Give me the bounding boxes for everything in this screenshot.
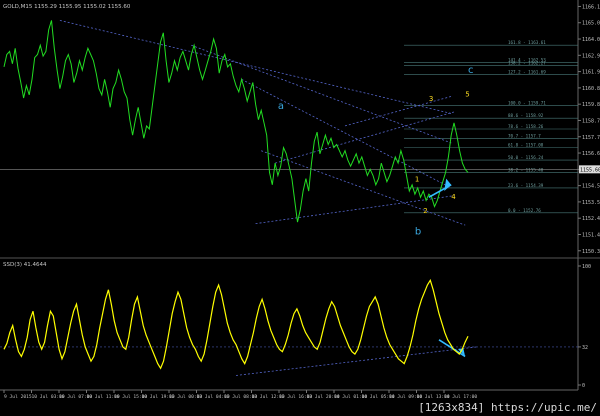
wave-label-a: a xyxy=(278,101,284,112)
osc-tick-label: 0 xyxy=(582,383,585,389)
fib-level-label: 127.2 - 1161.69 xyxy=(508,70,546,75)
wave-label-c: c xyxy=(468,65,474,76)
fib-level-label: 0.0 - 1152.76 xyxy=(508,208,541,213)
fib-level-label: 70.7 - 1157.7 xyxy=(508,133,541,138)
fib-level-label: 38.2 - 1155.40 xyxy=(508,167,544,172)
price-tick-label: 1162.95 xyxy=(582,53,600,59)
fib-level-label: 78.6 - 1158.26 xyxy=(508,124,544,129)
price-tick-label: 1159.80 xyxy=(582,102,600,108)
osc-tick-label: 32 xyxy=(582,345,588,351)
watermark-text: [1263x834] https://upic.me/ xyxy=(418,401,597,414)
price-tick-label: 1157.70 xyxy=(582,135,600,141)
price-tick-label: 1151.40 xyxy=(582,232,600,238)
price-tick-label: 1150.35 xyxy=(582,249,600,255)
price-tick-label: 1164.00 xyxy=(582,37,600,43)
wave-label-4: 4 xyxy=(451,193,456,201)
price-tick-label: 1166.10 xyxy=(582,4,600,10)
price-tick-label: 1161.90 xyxy=(582,70,600,76)
wave-label-1: 1 xyxy=(415,176,419,184)
current-price-label: 1155.60 xyxy=(580,167,600,173)
price-tick-label: 1165.05 xyxy=(582,21,600,27)
price-tick-label: 1152.45 xyxy=(582,216,600,222)
symbol-header: GOLD,M15 1155.29 1155.95 1155.02 1155.60 xyxy=(3,4,131,10)
fib-level-label: 88.6 - 1158.92 xyxy=(508,113,544,118)
time-tick-label: 9 Jul 2015 xyxy=(4,394,32,400)
fib-level-label: 50.0 - 1156.24 xyxy=(508,155,544,160)
wave-label-5: 5 xyxy=(465,90,469,98)
indicator-header: SSD(3) 41.4644 xyxy=(3,262,47,268)
fib-level-label: 61.8 - 1157.08 xyxy=(508,143,544,148)
wave-label-b: b xyxy=(415,226,421,237)
price-tick-label: 1154.55 xyxy=(582,184,600,190)
fib-level-label: 100.0 - 1159.71 xyxy=(508,101,546,106)
price-tick-label: 1158.75 xyxy=(582,118,600,124)
time-tick-label: 14 Jul 17:00 xyxy=(444,394,477,400)
osc-tick-label: 100 xyxy=(582,264,591,270)
fib-level-label: 23.6 - 1154.39 xyxy=(508,183,544,188)
price-tick-label: 1160.85 xyxy=(582,86,600,92)
fib-level-label: 161.8 - 1163.61 xyxy=(508,40,546,45)
price-tick-label: 1153.50 xyxy=(582,200,600,206)
fib-level-label: 138.2 - 1162.27 xyxy=(508,60,546,65)
wave-label-2: 2 xyxy=(423,207,427,215)
chart-canvas[interactable]: 1166.10 1165.05 1164.00 1162.95 1161.90 1160.… xyxy=(0,0,600,416)
wave-label-3: 3 xyxy=(429,95,433,103)
price-tick-label: 1156.65 xyxy=(582,151,600,157)
